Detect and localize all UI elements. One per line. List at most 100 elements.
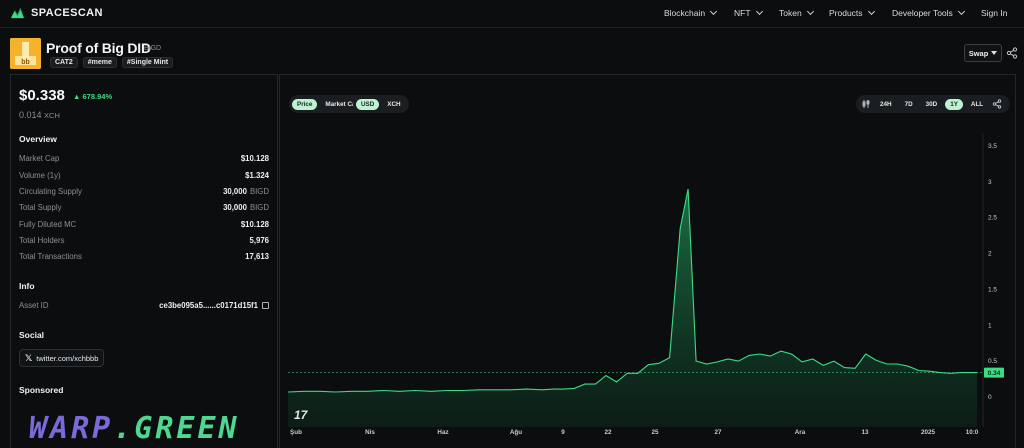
sign-in-label: Sign In xyxy=(981,8,1008,18)
row-value: 17,613 xyxy=(245,252,269,261)
row-label: Circulating Supply xyxy=(19,187,82,196)
x-tick-label: 27 xyxy=(714,429,722,436)
row-value-text: $10.128 xyxy=(240,220,269,229)
top-navbar: SPACESCAN Blockchain NFT Token Products … xyxy=(0,0,1024,28)
nav-token-label: Token xyxy=(779,8,802,18)
row-label: Fully Diluted MC xyxy=(19,220,77,229)
token-symbol: BIGD xyxy=(144,45,162,52)
x-tick-label: 25 xyxy=(651,429,659,436)
row-label: Volume (1y) xyxy=(19,171,61,180)
x-tick-label: Şub xyxy=(290,429,302,436)
token-tags: CAT2 #meme #Single Mint xyxy=(50,57,174,68)
overview-row: Market Cap $10.128 xyxy=(19,154,269,166)
row-value: 5,976 xyxy=(249,236,269,245)
y-tick-label: 2 xyxy=(988,251,992,258)
nav-nft[interactable]: NFT xyxy=(734,7,763,18)
tag-meme[interactable]: #meme xyxy=(82,57,117,68)
sign-in-link[interactable]: Sign In xyxy=(981,8,1007,18)
row-value-text: 30,000 xyxy=(223,187,247,196)
x-tick-label: Nis xyxy=(365,429,375,436)
swap-button[interactable]: Swap xyxy=(964,44,1002,62)
chevron-down-icon xyxy=(867,7,875,16)
nav-developer-tools-label: Developer Tools xyxy=(892,8,953,18)
price-area-chart[interactable]: 0 0.5 1 1.5 2 2.5 3 3.5 Şub Nis Haz Ağu 9 22 25 27 Ara 1… xyxy=(280,75,1015,448)
nav-blockchain-label: Blockchain xyxy=(664,8,706,18)
row-label: Total Supply xyxy=(19,203,62,212)
y-tick-label: 3 xyxy=(988,179,992,186)
nav-nft-label: NFT xyxy=(734,8,751,18)
x-tick-label: Ağu xyxy=(510,429,522,436)
brand[interactable]: SPACESCAN xyxy=(10,5,103,20)
asset-id-text: ce3be095a5......c0171d15f1 xyxy=(159,301,258,310)
svg-text:bb: bb xyxy=(21,59,30,66)
price-xch: 0.014 XCH xyxy=(19,110,60,120)
row-unit: BIGD xyxy=(249,187,269,196)
row-value-text: $10.128 xyxy=(240,154,269,163)
row-value: $1.324 xyxy=(245,171,269,180)
price-change: ▲ 678.94% xyxy=(73,92,113,101)
area-series xyxy=(287,188,977,427)
overview-row: Circulating Supply 30,000 BIGD xyxy=(19,187,269,199)
sponsor-banner[interactable]: WARP.GREEN xyxy=(29,411,240,446)
info-title: Info xyxy=(19,281,35,291)
y-tick-label: 1.5 xyxy=(988,286,997,293)
y-tick-label: 1 xyxy=(988,322,992,329)
y-axis-ticks: 0 0.5 1 1.5 2 2.5 3 3.5 xyxy=(988,143,997,401)
x-tick-label: 10:0 xyxy=(966,429,979,436)
nav-developer-tools[interactable]: Developer Tools xyxy=(892,7,965,18)
price-change-value: 678.94% xyxy=(82,92,113,101)
token-header: bb Proof of Big DID BIGD CAT2 #meme #Sin… xyxy=(0,29,1024,73)
price-chart-panel: Price Market Cap USD XCH 24H 7D 30D 1Y A… xyxy=(279,74,1016,448)
row-value-text: 30,000 xyxy=(223,203,247,212)
asset-id-value[interactable]: ce3be095a5......c0171d15f1 xyxy=(159,301,269,310)
chevron-down-icon xyxy=(755,7,763,16)
x-tick-label: 22 xyxy=(604,429,612,436)
caret-down-icon xyxy=(991,51,998,55)
sponsored-title: Sponsored xyxy=(19,385,64,395)
brand-name: SPACESCAN xyxy=(31,6,103,19)
row-value-text: 5,976 xyxy=(249,236,269,245)
overview-row: Volume (1y) $1.324 xyxy=(19,171,269,183)
share-icon[interactable] xyxy=(1006,47,1018,59)
tag-cat2[interactable]: CAT2 xyxy=(50,57,78,68)
row-value: $10.128 xyxy=(241,154,269,163)
copy-icon[interactable] xyxy=(262,302,269,309)
row-value-text: $1.324 xyxy=(245,171,269,180)
spacescan-logo-icon xyxy=(10,7,25,19)
tradingview-logo[interactable]: 17 xyxy=(294,408,309,422)
twitter-link[interactable]: 𝕏 twitter.com/xchbbb xyxy=(19,349,105,367)
x-tick-label: 2025 xyxy=(921,429,936,436)
asset-id-row: Asset ID ce3be095a5......c0171d15f1 xyxy=(19,301,269,313)
sponsor-logo-part2: .GREEN xyxy=(113,411,240,446)
x-axis-ticks: Şub Nis Haz Ağu 9 22 25 27 Ara 13 2025 10:0 xyxy=(290,429,979,436)
asset-id-label: Asset ID xyxy=(19,301,49,310)
nav-products[interactable]: Products xyxy=(829,7,875,18)
overview-row: Fully Diluted MC $10.128 xyxy=(19,220,269,232)
row-value: $10.128 xyxy=(241,220,269,229)
chevron-down-icon xyxy=(806,7,814,16)
tag-single-mint[interactable]: #Single Mint xyxy=(121,57,174,68)
twitter-link-label: twitter.com/xchbbb xyxy=(36,353,99,363)
current-price-label: 0.34 xyxy=(988,370,1001,377)
chevron-down-icon xyxy=(957,7,965,16)
sponsor-logo-part1: WARP xyxy=(29,411,114,446)
y-tick-label: 3.5 xyxy=(988,143,997,150)
row-value: 30,000 BIGD xyxy=(223,187,269,196)
token-name: Proof of Big DID xyxy=(46,40,151,56)
y-tick-label: 0.5 xyxy=(988,358,997,365)
row-label: Total Transactions xyxy=(19,252,82,261)
price-xch-unit: XCH xyxy=(44,111,60,120)
overview-row: Total Transactions 17,613 xyxy=(19,252,269,264)
overview-row: Total Supply 30,000 BIGD xyxy=(19,203,269,215)
row-value: 30,000 BIGD xyxy=(223,203,269,212)
price-xch-value: 0.014 xyxy=(19,110,42,120)
y-tick-label: 0 xyxy=(988,394,992,401)
swap-button-label: Swap xyxy=(968,48,989,58)
x-tick-label: Ara xyxy=(795,429,806,436)
row-value-text: 17,613 xyxy=(245,252,269,261)
row-label: Total Holders xyxy=(19,236,65,245)
x-tick-label: Haz xyxy=(437,429,448,436)
nav-token[interactable]: Token xyxy=(779,7,814,18)
x-tick-label: 13 xyxy=(861,429,869,436)
nav-blockchain[interactable]: Blockchain xyxy=(664,7,718,18)
